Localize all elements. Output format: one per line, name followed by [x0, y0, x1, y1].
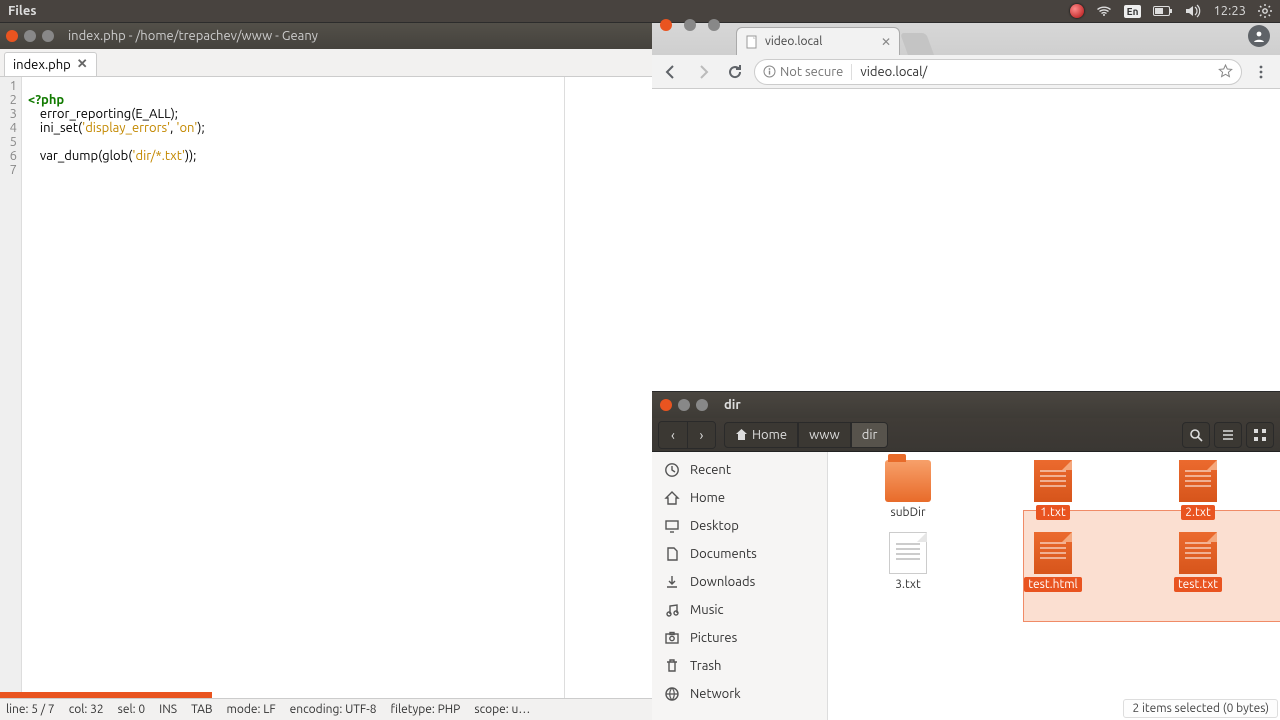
nautilus-window: dir ‹ › Home www dir Re: [652, 391, 1280, 720]
geany-titlebar[interactable]: index.php - /home/trepachev/www - Geany: [0, 23, 652, 49]
sidebar-item-home[interactable]: Home: [652, 484, 827, 512]
status-tab: TAB: [191, 703, 212, 716]
chrome-window: video.local ✕ Not secure video.local/: [652, 23, 1280, 391]
status-ins: INS: [159, 703, 177, 716]
info-icon: [763, 65, 776, 78]
file-1-txt[interactable]: 1.txt: [988, 460, 1118, 520]
geany-editor[interactable]: 1234567 <?php error_reporting(E_ALL); in…: [0, 77, 652, 698]
security-label: Not secure: [780, 65, 843, 79]
battery-icon[interactable]: [1153, 5, 1173, 17]
nav-back-button[interactable]: ‹: [659, 422, 687, 448]
window-maximize-icon[interactable]: [696, 399, 708, 411]
screen-recording-indicator[interactable]: [1070, 4, 1084, 18]
system-menubar: Files En 12:23: [0, 0, 1280, 22]
file-view[interactable]: subDir 1.txt 2.txt 3.txt test.html: [828, 452, 1280, 720]
geany-title-text: index.php - /home/trepachev/www - Geany: [68, 29, 318, 43]
tab-title: video.local: [765, 35, 822, 48]
file-test-html[interactable]: test.html: [988, 532, 1118, 592]
places-sidebar: Recent Home Desktop Documents Downloads …: [652, 452, 828, 720]
sidebar-item-documents[interactable]: Documents: [652, 540, 827, 568]
browser-tab[interactable]: video.local ✕: [736, 27, 900, 55]
window-maximize-icon[interactable]: [42, 30, 54, 42]
geany-statusbar: line: 5 / 7 col: 32 sel: 0 INS TAB mode:…: [0, 698, 652, 720]
file-3-txt[interactable]: 3.txt: [843, 532, 973, 592]
star-icon[interactable]: [1218, 64, 1233, 79]
code-area[interactable]: <?php error_reporting(E_ALL); ini_set('d…: [22, 77, 205, 698]
list-view-button[interactable]: [1214, 422, 1242, 448]
sidebar-item-network[interactable]: Network: [652, 680, 827, 708]
volume-icon[interactable]: [1185, 4, 1201, 18]
geany-file-tab[interactable]: index.php ✕: [4, 52, 97, 76]
status-line: line: 5 / 7: [6, 703, 55, 716]
file-2-txt[interactable]: 2.txt: [1133, 460, 1263, 520]
status-filetype: filetype: PHP: [391, 703, 461, 716]
geany-tabbar: index.php ✕: [0, 49, 652, 77]
forward-button[interactable]: [690, 59, 716, 85]
tab-close-icon[interactable]: ✕: [881, 35, 891, 49]
window-minimize-icon[interactable]: [24, 30, 36, 42]
sidebar-item-recent[interactable]: Recent: [652, 456, 827, 484]
line-number-gutter: 1234567: [0, 77, 22, 698]
geany-window: index.php - /home/trepachev/www - Geany …: [0, 23, 652, 720]
new-tab-button[interactable]: [900, 33, 934, 55]
window-maximize-icon[interactable]: [708, 19, 720, 31]
nautilus-statusbar: 2 items selected (0 bytes): [1123, 699, 1278, 718]
url-text: video.local/: [860, 65, 927, 79]
chrome-toolbar: Not secure video.local/: [652, 55, 1280, 89]
window-close-icon[interactable]: [660, 399, 672, 411]
sidebar-item-desktop[interactable]: Desktop: [652, 512, 827, 540]
grid-view-button[interactable]: [1246, 422, 1274, 448]
status-scope: scope: u…: [474, 703, 530, 716]
sidebar-item-pictures[interactable]: Pictures: [652, 624, 827, 652]
sidebar-item-music[interactable]: Music: [652, 596, 827, 624]
crumb-home[interactable]: Home: [724, 422, 798, 448]
breadcrumb: Home www dir: [724, 422, 888, 448]
nautilus-title-text: dir: [724, 398, 741, 412]
window-close-icon[interactable]: [6, 30, 18, 42]
page-content[interactable]: [652, 89, 1280, 391]
window-minimize-icon[interactable]: [678, 399, 690, 411]
tab-close-icon[interactable]: ✕: [77, 57, 88, 72]
folder-subdir[interactable]: subDir: [843, 460, 973, 520]
nautilus-titlebar[interactable]: dir: [652, 392, 1280, 418]
status-mode: mode: LF: [227, 703, 276, 716]
horizontal-scrollbar-thumb[interactable]: [0, 692, 212, 698]
sidebar-item-trash[interactable]: Trash: [652, 652, 827, 680]
search-button[interactable]: [1182, 422, 1210, 448]
profile-avatar[interactable]: [1248, 25, 1270, 47]
window-minimize-icon[interactable]: [684, 19, 696, 31]
address-bar[interactable]: Not secure video.local/: [754, 59, 1242, 85]
page-icon: [745, 35, 759, 49]
back-button[interactable]: [658, 59, 684, 85]
window-close-icon[interactable]: [660, 19, 672, 31]
language-indicator[interactable]: En: [1124, 5, 1142, 18]
crumb-dir[interactable]: dir: [851, 422, 889, 448]
chrome-tabstrip: video.local ✕: [652, 23, 1280, 55]
settings-gear-icon[interactable]: [1258, 4, 1272, 18]
menubar-app-name[interactable]: Files: [0, 4, 36, 18]
network-icon[interactable]: [1096, 4, 1112, 18]
menu-button[interactable]: [1248, 59, 1274, 85]
tab-label: index.php: [13, 58, 71, 72]
nautilus-toolbar: ‹ › Home www dir: [652, 418, 1280, 452]
reload-button[interactable]: [722, 59, 748, 85]
crumb-www[interactable]: www: [798, 422, 851, 448]
file-test-txt[interactable]: test.txt: [1133, 532, 1263, 592]
status-sel: sel: 0: [118, 703, 145, 716]
status-col: col: 32: [69, 703, 104, 716]
status-encoding: encoding: UTF-8: [290, 703, 377, 716]
nav-forward-button[interactable]: ›: [687, 422, 715, 448]
sidebar-item-downloads[interactable]: Downloads: [652, 568, 827, 596]
clock[interactable]: 12:23: [1213, 4, 1246, 18]
